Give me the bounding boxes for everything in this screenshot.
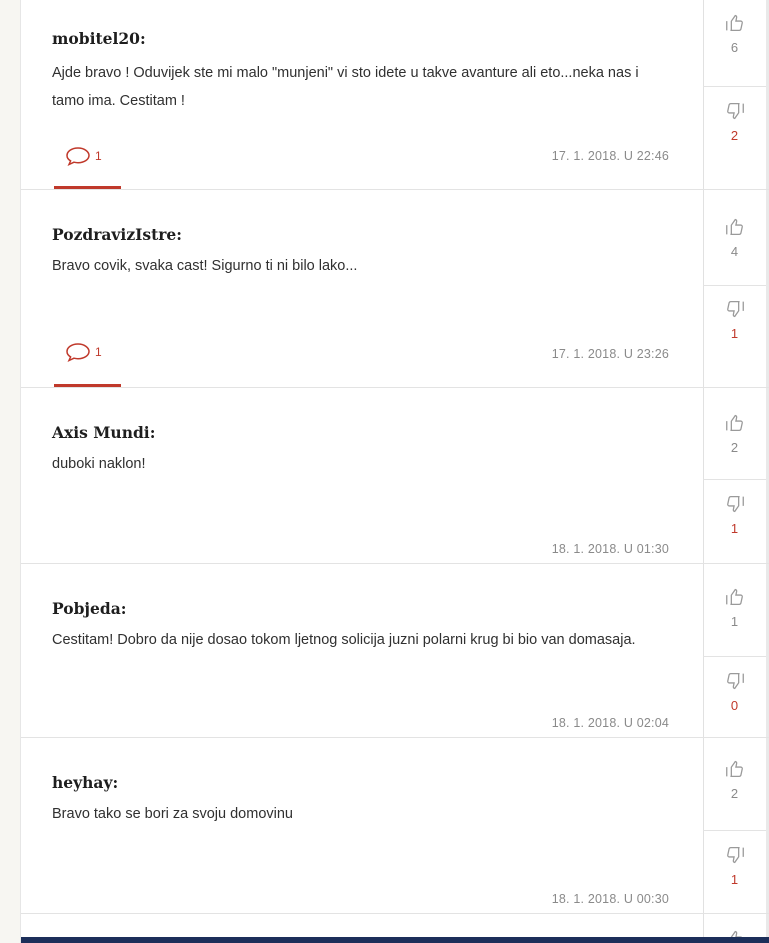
dislike-count: 1 (730, 521, 739, 536)
comment-text: Bravo covik, svaka cast! Sigurno ti ni b… (52, 258, 358, 274)
dislike-count: 2 (730, 128, 739, 143)
vote-block: 1 0 (703, 564, 769, 738)
comment-date: 18. 1. 2018. U 00:30 (551, 892, 669, 906)
dislike-button[interactable]: 2 (703, 100, 766, 143)
comment-date: 18. 1. 2018. U 02:04 (551, 716, 669, 730)
like-button[interactable]: 6 (703, 12, 766, 55)
comment-date: 17. 1. 2018. U 23:26 (551, 347, 669, 361)
like-button[interactable]: 4 (703, 216, 766, 259)
bottom-bar (21, 937, 769, 943)
comment-text: Cestitam! Dobro da nije dosao tokom ljet… (52, 632, 636, 648)
reply-count-button[interactable]: 1 (65, 342, 102, 362)
dislike-count: 0 (730, 698, 739, 713)
reply-count: 1 (95, 149, 102, 163)
reply-underline (54, 186, 121, 189)
thumbs-down-icon (726, 301, 744, 318)
reply-count-button[interactable]: 1 (65, 146, 102, 166)
vote-block: 6 2 (703, 0, 769, 190)
like-count: 1 (730, 614, 739, 629)
thumbs-up-icon (725, 414, 743, 431)
like-button[interactable]: 1 (703, 586, 766, 629)
reply-count: 1 (95, 345, 102, 359)
vote-separator (703, 656, 766, 657)
comment-author: Axis Mundi: (52, 423, 156, 442)
like-button[interactable]: 2 (703, 412, 766, 455)
vote-separator (703, 86, 766, 87)
comment-item: Axis Mundi: duboki naklon! 18. 1. 2018. … (21, 388, 703, 564)
dislike-count: 1 (730, 872, 739, 887)
vote-separator (703, 285, 766, 286)
thumbs-down-icon (726, 847, 744, 864)
speech-bubble-icon (66, 147, 90, 166)
comment-author: PozdravizIstre: (52, 225, 183, 244)
comment-text: Bravo tako se bori za svoju domovinu (52, 806, 293, 822)
dislike-button[interactable]: 1 (703, 493, 766, 536)
comment-item: mobitel20: Ajde bravo ! Oduvijek ste mi … (21, 0, 703, 190)
dislike-count: 1 (730, 326, 739, 341)
like-count: 2 (730, 786, 739, 801)
like-button[interactable]: 2 (703, 758, 766, 801)
thumbs-down-icon (726, 103, 744, 120)
vote-separator (703, 479, 766, 480)
comment-item: PozdravizIstre: Bravo covik, svaka cast!… (21, 190, 703, 388)
vote-block: 4 1 (703, 190, 769, 388)
thumbs-up-icon (725, 760, 743, 777)
comment-author: mobitel20: (52, 29, 146, 48)
comment-date: 17. 1. 2018. U 22:46 (551, 149, 669, 163)
comment-text: duboki naklon! (52, 456, 146, 472)
like-count: 6 (730, 40, 739, 55)
like-count: 2 (730, 440, 739, 455)
thumbs-down-icon (726, 673, 744, 690)
speech-bubble-icon (66, 343, 90, 362)
like-count: 4 (730, 244, 739, 259)
dislike-button[interactable]: 1 (703, 844, 766, 887)
left-page-margin (0, 0, 20, 943)
comment-text: Ajde bravo ! Oduvijek ste mi malo "munje… (52, 65, 639, 109)
thumbs-down-icon (726, 496, 744, 513)
comment-author: heyhay: (52, 773, 119, 792)
thumbs-up-icon (725, 218, 743, 235)
vote-separator (703, 830, 766, 831)
thumbs-up-icon (725, 14, 743, 31)
vote-block: 2 1 (703, 388, 769, 564)
reply-underline (54, 384, 121, 387)
thumbs-up-icon (725, 588, 743, 605)
comment-author: Pobjeda: (52, 599, 127, 618)
dislike-button[interactable]: 1 (703, 298, 766, 341)
vote-block: 2 1 (703, 738, 769, 914)
comment-item: heyhay: Bravo tako se bori za svoju domo… (21, 738, 703, 914)
comment-item: Pobjeda: Cestitam! Dobro da nije dosao t… (21, 564, 703, 738)
dislike-button[interactable]: 0 (703, 670, 766, 713)
comment-date: 18. 1. 2018. U 01:30 (551, 542, 669, 556)
